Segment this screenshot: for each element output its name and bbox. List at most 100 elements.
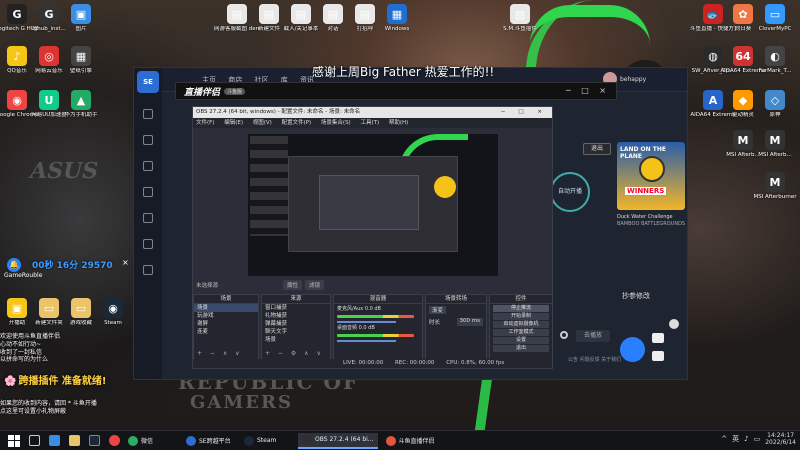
menu-help[interactable]: 帮助(H) <box>389 120 408 126</box>
source-item[interactable]: 礼物捕获 <box>262 312 330 320</box>
desktop-icon[interactable]: ▤ S.M.斗鱼插件 <box>497 4 543 33</box>
settings-icon[interactable] <box>560 331 568 339</box>
menu-file[interactable]: 文件(F) <box>196 120 214 126</box>
notification-bell-icon[interactable]: 🔔 <box>7 258 21 272</box>
desktop-volume-slider[interactable] <box>337 340 396 342</box>
exit-button[interactable]: 退出 <box>493 345 549 352</box>
cpu-fps: CPU: 0.8%, 60.00 fps <box>446 360 505 366</box>
source-list-controls[interactable]: + − ⚙ ∧ ∨ <box>265 350 324 357</box>
phone-icon[interactable] <box>652 333 664 343</box>
desktop-icon[interactable]: M MSI Afterburner <box>752 172 798 201</box>
obs-window[interactable]: OBS 27.2.4 (64 bit, windows) - 配置文件: 未命名… <box>192 106 553 369</box>
transition-type-select[interactable]: 渐变 <box>429 306 447 314</box>
steam-icon[interactable] <box>89 435 100 446</box>
volume-icon[interactable]: ♪ <box>744 435 748 443</box>
desktop-icon[interactable]: ▦ Windows <box>374 4 420 33</box>
taskbar-app[interactable]: 斗鱼直播伴侣 <box>382 433 439 449</box>
app-icon: ▭ <box>39 298 59 318</box>
app-icon: U <box>39 90 59 110</box>
start-recording-button[interactable]: 开始录制 <box>493 313 549 320</box>
controls-header: 控件 <box>490 295 552 304</box>
home-icon[interactable] <box>143 109 153 119</box>
app-icon <box>385 435 396 446</box>
taskbar-app[interactable]: Steam <box>240 433 294 449</box>
source-item[interactable]: 窗口捕获 <box>262 304 330 312</box>
taskbar-app[interactable]: OBS 27.2.4 (64 bi... <box>298 432 378 449</box>
obs-preview[interactable] <box>248 134 498 276</box>
menu-scene-collection[interactable]: 场景集合(S) <box>321 120 351 126</box>
chart-icon[interactable] <box>143 161 153 171</box>
desktop-icon[interactable]: ◉ Steam <box>90 298 136 327</box>
transition-type-row[interactable]: 渐变 <box>426 304 486 316</box>
properties-button[interactable]: 属性 <box>283 280 303 290</box>
stop-streaming-button[interactable]: 停止推流 <box>493 305 549 312</box>
param-modify-label[interactable]: 抄参修改 <box>622 291 650 301</box>
virtual-camera-button[interactable]: 启动虚拟摄像机 <box>493 321 549 328</box>
desktop-icon[interactable]: ▣ 图片 <box>58 4 104 33</box>
platform-logo[interactable]: SE <box>137 71 159 93</box>
scene-item[interactable]: 场景 <box>194 304 258 312</box>
clock[interactable]: 14:24:17 2022/6/14 <box>765 432 796 446</box>
scene-list-controls[interactable]: + − ∧ ∨ <box>197 350 243 357</box>
task-view-icon[interactable] <box>49 435 60 446</box>
network-icon[interactable]: ▭ <box>754 435 761 443</box>
desktop-icon[interactable]: M MSI Afterb... <box>752 130 798 159</box>
game-card[interactable]: LAND ON THE PLANE WINNERS <box>617 142 685 210</box>
desktop-icon[interactable]: ◐ FurMark_T... <box>752 46 798 75</box>
settings-button[interactable]: 设置 <box>493 337 549 344</box>
desktop-icon[interactable]: ▦ 壁纸引擎 <box>58 46 104 75</box>
ime-icon[interactable]: 英 <box>732 434 739 444</box>
search-icon[interactable] <box>29 435 40 446</box>
auto-start-button[interactable]: 自动开播 <box>550 172 590 212</box>
app-icon <box>186 435 196 446</box>
source-item[interactable]: 场景 <box>262 336 330 344</box>
file-explorer-icon[interactable] <box>69 435 80 446</box>
platform-footer-links[interactable]: 公告 问题反馈 关于我们 <box>568 356 621 363</box>
source-item[interactable]: 聊天文字 <box>262 328 330 336</box>
list-icon[interactable] <box>143 239 153 249</box>
menu-view[interactable]: 视图(V) <box>253 120 272 126</box>
studio-mode-button[interactable]: 工作室模式 <box>493 329 549 336</box>
scene-item[interactable]: 玩游戏 <box>194 312 258 320</box>
close-icon[interactable]: × <box>122 258 129 267</box>
taskbar-app[interactable]: SE跨越平台 <box>182 433 236 449</box>
desktop-icon[interactable]: ◇ 原神 <box>752 90 798 119</box>
flower-icon: 🌸 <box>4 376 17 387</box>
bell-icon[interactable] <box>143 265 153 275</box>
filters-button[interactable]: 滤镜 <box>305 280 325 290</box>
start-button[interactable] <box>8 434 20 447</box>
scene-item[interactable]: 谢屏 <box>194 320 258 328</box>
desktop-icon[interactable]: ▭ CloverMyPC <box>752 4 798 33</box>
eye-icon[interactable] <box>669 319 679 329</box>
transitions-header: 场景转场 <box>426 295 486 304</box>
live-toggle-button[interactable] <box>620 337 645 362</box>
tray-expand-icon[interactable]: ^ <box>721 435 727 443</box>
taskbar-apps: 微信 SE跨越平台 Steam OBS 27.2.4 (64 bi... 斗鱼直播伴侣 <box>120 432 439 449</box>
go-play-button[interactable]: 去播放 <box>576 330 610 342</box>
menu-tools[interactable]: 工具(T) <box>360 120 379 126</box>
app-icon: ▭ <box>71 298 91 318</box>
source-item[interactable]: 弹幕捕获 <box>262 320 330 328</box>
window-controls[interactable]: ─ □ × <box>566 86 610 95</box>
menu-profile[interactable]: 配置文件(P) <box>282 120 312 126</box>
scene-item[interactable]: 连麦 <box>194 328 258 336</box>
no-source-label: 未选择源 <box>196 283 219 289</box>
obs-window-controls[interactable]: ─ □ × <box>501 107 548 118</box>
duration-input[interactable]: 300 ms <box>456 318 483 326</box>
stream-counter: 00秒 16分 29570 <box>32 261 113 271</box>
exit-live-button[interactable]: 退出 <box>583 143 611 155</box>
taskbar-app[interactable]: 微信 <box>124 433 178 449</box>
user-icon[interactable] <box>143 213 153 223</box>
wifi-icon[interactable] <box>143 187 153 197</box>
chrome-icon[interactable] <box>109 435 120 446</box>
desktop-db: 0.0 dB <box>358 325 375 331</box>
taskbar-app-label: 斗鱼直播伴侣 <box>398 438 435 445</box>
chat-icon[interactable] <box>652 351 664 361</box>
desktop-audio-label: 桌面音频 0.0 dB <box>337 325 375 331</box>
menu-icon[interactable] <box>143 135 153 145</box>
menu-edit[interactable]: 编辑(E) <box>224 120 243 126</box>
app-icon: ▤ <box>259 4 279 24</box>
preview-nested-window-inner <box>319 175 419 230</box>
desktop-icon[interactable]: ▲ 华为手机助手 <box>58 90 104 119</box>
username: behappy <box>620 75 647 83</box>
